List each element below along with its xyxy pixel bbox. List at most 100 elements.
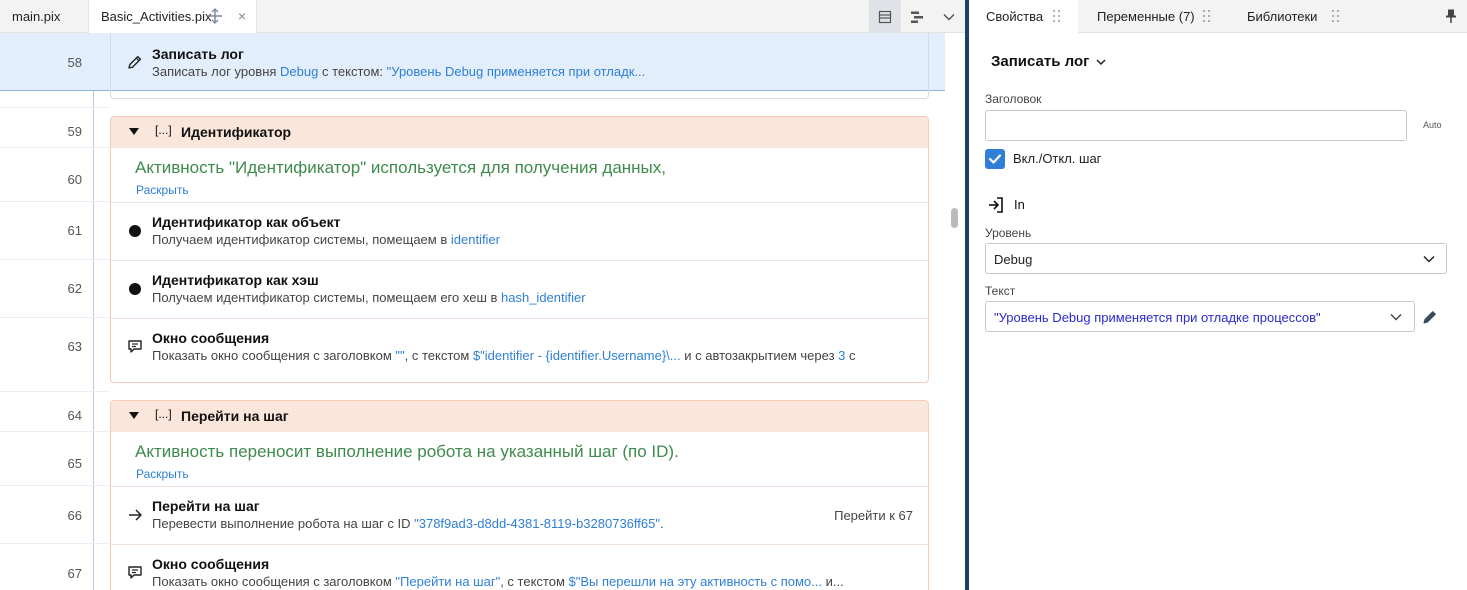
activity-title[interactable]: Окно сообщения	[152, 556, 269, 572]
more-options-button[interactable]	[933, 0, 965, 33]
chevron-down-icon	[943, 13, 955, 21]
group-header[interactable]: [...] Перейти на шаг	[111, 401, 928, 432]
activity-description: Получаем идентификатор системы, помещаем…	[152, 232, 500, 247]
expand-link[interactable]: Раскрыть	[136, 183, 189, 197]
line-number: 66	[67, 508, 82, 523]
desc-text: Записать лог уровня	[152, 64, 281, 79]
line-number: 59	[67, 124, 82, 139]
close-icon[interactable]: ×	[235, 7, 249, 25]
desc-value: hash_identifier	[501, 290, 586, 305]
scrollbar-thumb[interactable]	[951, 208, 958, 228]
desc-text: , с текстом	[404, 348, 473, 363]
level-select-value: Debug	[994, 252, 1033, 267]
desc-text: с текстом:	[318, 64, 387, 79]
gutter-line	[93, 33, 94, 590]
activity-title[interactable]: Идентификатор как объект	[152, 214, 341, 230]
list-view-icon	[878, 10, 892, 23]
text-field-label: Текст	[985, 284, 1016, 298]
chevron-down-icon[interactable]	[1095, 56, 1107, 68]
activity-description: Записать лог уровня Debug с текстом: "Ур…	[152, 64, 645, 79]
desc-value: $"identifier - {identifier.Username}\...	[472, 348, 681, 363]
level-field-label: Уровень	[985, 226, 1032, 240]
workflow-editor: main.pix Basic_Activities.pix × 58 Запис…	[0, 0, 965, 590]
row-divider	[0, 431, 110, 432]
tree-view-icon	[911, 11, 923, 23]
tab-label: Переменные (7)	[1097, 9, 1195, 24]
line-number: 62	[67, 281, 82, 296]
drag-handle-icon[interactable]	[1332, 10, 1340, 22]
activity-title[interactable]: Перейти на шаг	[152, 498, 260, 514]
expand-link[interactable]: Раскрыть	[136, 467, 189, 481]
row-divider	[111, 202, 928, 203]
tab-basic-activities[interactable]: Basic_Activities.pix ×	[88, 0, 257, 33]
comment-text: Активность "Идентификатор" используется …	[135, 158, 667, 177]
checkmark-icon	[988, 154, 1002, 164]
collapse-triangle-icon[interactable]	[129, 412, 139, 419]
desc-text: , с текстом	[500, 574, 569, 589]
header-field-label: Заголовок	[985, 92, 1042, 106]
activity-description: Получаем идентификатор системы, помещаем…	[152, 290, 586, 305]
tab-main-pix[interactable]: main.pix	[0, 0, 86, 33]
row-divider	[0, 485, 110, 486]
group-header[interactable]: [...] Идентификатор	[111, 117, 928, 148]
tab-label: Свойства	[986, 9, 1044, 24]
tab-libraries[interactable]: Библиотеки	[1231, 0, 1351, 33]
panel-tab-bar: Свойства Переменные (7) Библиотеки	[969, 0, 1467, 33]
enable-step-label[interactable]: Вкл./Откл. шаг	[1013, 151, 1101, 166]
split-icon[interactable]	[206, 7, 224, 25]
properties-panel: Свойства Переменные (7) Библиотеки Запис…	[969, 0, 1467, 590]
line-number: 63	[67, 339, 82, 354]
activity-description: Показать окно сообщения с заголовком "",…	[152, 348, 856, 363]
list-view-button[interactable]	[869, 0, 901, 33]
desc-text: Перевести выполнение робота на шаг с ID	[152, 516, 415, 531]
desc-value: identifier	[450, 232, 500, 247]
activity-description: Показать окно сообщения с заголовком "Пе…	[152, 574, 844, 589]
line-number: 64	[67, 408, 82, 423]
group-title: Идентификатор	[181, 124, 292, 140]
desc-text: Показать окно сообщения с заголовком	[152, 574, 396, 589]
collapse-triangle-icon[interactable]	[129, 128, 139, 135]
tab-variables[interactable]: Переменные (7)	[1081, 0, 1221, 33]
desc-text: Показать окно сообщения с заголовком	[152, 348, 396, 363]
line-number: 58	[67, 55, 82, 70]
editor-tab-bar: main.pix Basic_Activities.pix ×	[0, 0, 965, 33]
drag-handle-icon[interactable]	[1203, 10, 1211, 22]
group-title: Перейти на шаг	[181, 408, 289, 424]
row-divider	[0, 107, 110, 108]
pencil-icon[interactable]	[1421, 308, 1439, 326]
tree-view-button[interactable]	[901, 0, 933, 33]
vertical-scrollbar[interactable]	[947, 33, 960, 590]
properties-title[interactable]: Записать лог	[991, 53, 1089, 70]
tab-label: main.pix	[12, 9, 61, 24]
message-icon	[128, 566, 142, 579]
line-number: 65	[67, 456, 82, 471]
activity-description: Перевести выполнение робота на шаг с ID …	[152, 516, 664, 531]
row-divider	[111, 260, 928, 261]
line-number: 61	[67, 223, 82, 238]
row-divider	[111, 544, 928, 545]
header-input[interactable]	[985, 110, 1407, 141]
row-divider	[0, 543, 110, 544]
activity-title[interactable]: Записать лог	[152, 46, 244, 62]
activity-title[interactable]: Идентификатор как хэш	[152, 272, 319, 288]
tab-properties[interactable]: Свойства	[969, 0, 1078, 33]
row-divider	[0, 317, 110, 318]
row-divider	[111, 486, 928, 487]
text-select-value: "Уровень Debug применяется при отладке п…	[994, 310, 1321, 325]
text-value-select[interactable]: "Уровень Debug применяется при отладке п…	[985, 301, 1415, 332]
level-select[interactable]: Debug	[985, 243, 1447, 274]
desc-text: Получаем идентификатор системы, помещаем…	[152, 232, 451, 247]
pin-icon[interactable]	[1445, 8, 1457, 24]
goto-target-label: Перейти к 67	[834, 508, 913, 523]
row-divider	[0, 201, 110, 202]
desc-value: "Уровень Debug применяется при отладк...	[386, 64, 646, 79]
enable-step-checkbox[interactable]	[985, 149, 1005, 169]
desc-text: и...	[822, 574, 844, 589]
line-number: 67	[67, 566, 82, 581]
row-divider	[0, 391, 110, 392]
tab-label: Библиотеки	[1247, 9, 1318, 24]
drag-handle-icon[interactable]	[1053, 10, 1061, 22]
desc-value: Debug	[280, 64, 319, 79]
auto-button[interactable]: Auto	[1423, 120, 1442, 130]
activity-title[interactable]: Окно сообщения	[152, 330, 269, 346]
